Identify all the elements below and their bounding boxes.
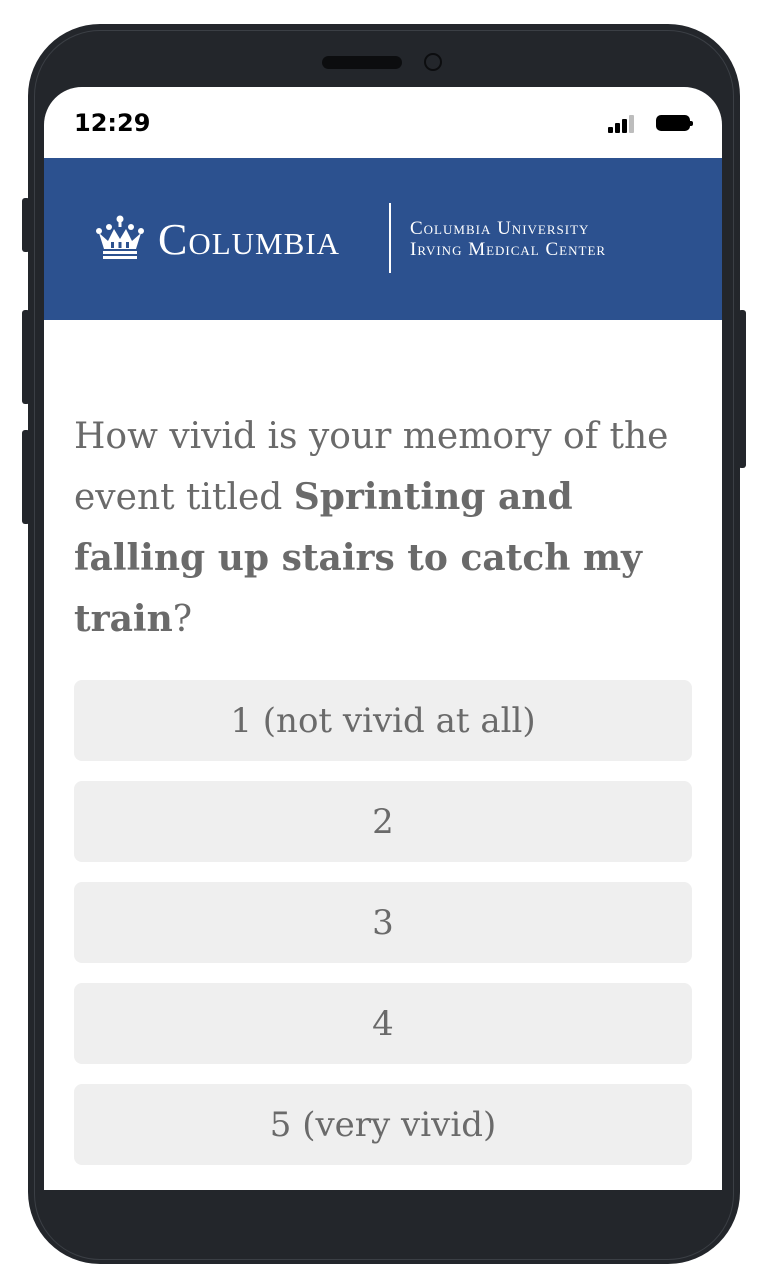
answer-option-5[interactable]: 5 (very vivid) — [74, 1084, 692, 1165]
cuimc-logo-text: Columbia University Irving Medical Cente… — [410, 218, 606, 260]
status-bar: 12:29 — [44, 87, 722, 158]
question-suffix: ? — [172, 599, 193, 640]
phone-screen: 12:29 Columbia Columbia University Irvin… — [44, 87, 722, 1190]
answer-option-1[interactable]: 1 (not vivid at all) — [74, 680, 692, 761]
columbia-crown-logo-icon — [96, 215, 144, 259]
answer-option-2[interactable]: 2 — [74, 781, 692, 862]
cuimc-line-2: Irving Medical Center — [410, 239, 607, 260]
survey-question: How vivid is your memory of the event ti… — [74, 407, 692, 650]
answer-option-4[interactable]: 4 — [74, 983, 692, 1064]
phone-volume-down-button — [22, 430, 30, 524]
header-banner: Columbia Columbia University Irving Medi… — [44, 158, 722, 320]
answer-option-3[interactable]: 3 — [74, 882, 692, 963]
battery-icon — [656, 115, 693, 131]
phone-volume-up-button — [22, 310, 30, 404]
columbia-wordmark: Columbia — [158, 215, 341, 264]
phone-silent-switch — [22, 198, 30, 252]
logo-divider — [389, 203, 391, 273]
phone-camera — [424, 53, 442, 71]
phone-power-button — [738, 310, 746, 468]
phone-speaker — [322, 56, 402, 69]
status-time: 12:29 — [74, 109, 151, 137]
cuimc-line-1: Columbia University — [410, 218, 590, 239]
cellular-signal-icon — [608, 115, 634, 133]
